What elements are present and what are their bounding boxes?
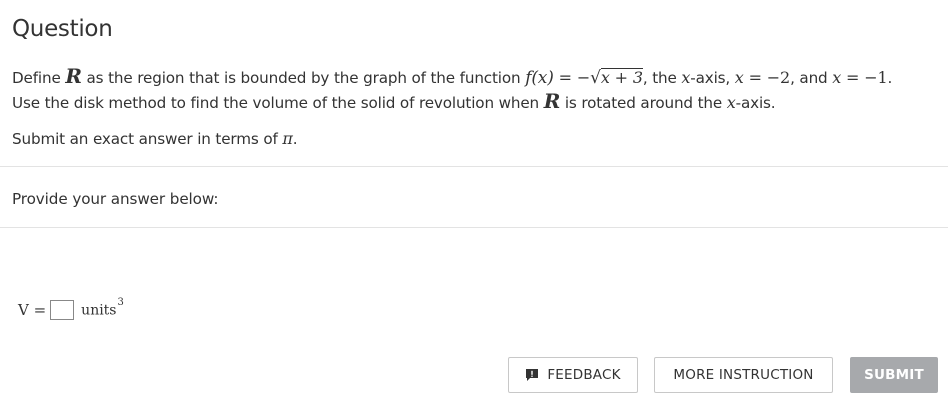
- answer-input[interactable]: [50, 300, 75, 320]
- text-segment: , and: [790, 69, 833, 87]
- question-text-line-3: Submit an exact answer in terms of π.: [12, 129, 298, 148]
- text-segment: Use the disk method to find the volume o…: [12, 94, 544, 112]
- math-variable: x: [681, 68, 691, 87]
- more-instruction-button[interactable]: MORE INSTRUCTION: [654, 357, 833, 393]
- math-variable: x: [726, 93, 736, 112]
- math-equals: = −: [553, 68, 591, 87]
- text-segment: is rotated around the: [560, 94, 727, 112]
- units-text: units: [81, 302, 117, 319]
- units-label: units3: [81, 297, 124, 319]
- math-pi: π: [282, 129, 293, 148]
- sqrt-icon: √: [590, 68, 601, 88]
- question-text-line-1: Define R as the region that is bounded b…: [12, 64, 892, 88]
- text-segment: Submit an exact answer in terms of: [12, 130, 283, 148]
- submit-button[interactable]: SUBMIT: [850, 357, 938, 393]
- submit-button-label: SUBMIT: [864, 367, 924, 383]
- math-variable: x: [734, 68, 744, 87]
- math-function: f(x): [525, 68, 554, 88]
- question-text-line-2: Use the disk method to find the volume o…: [12, 89, 776, 113]
- text-segment: -axis,: [690, 69, 735, 87]
- math-value: = −1: [841, 68, 888, 87]
- feedback-button-label: FEEDBACK: [547, 367, 621, 383]
- section-divider: [0, 227, 948, 228]
- math-value: = −2: [743, 68, 791, 87]
- section-divider: [0, 166, 948, 167]
- units-exponent: 3: [117, 297, 124, 309]
- text-segment: .: [292, 130, 298, 148]
- text-segment: as the region that is bounded by the gra…: [81, 69, 526, 87]
- text-segment: Define: [12, 69, 66, 87]
- answer-prompt: Provide your answer below:: [12, 190, 219, 208]
- text-segment: , the: [642, 69, 682, 87]
- feedback-icon: [526, 369, 539, 381]
- feedback-button[interactable]: FEEDBACK: [508, 357, 638, 393]
- math-variable: R: [543, 89, 561, 113]
- answer-variable-label: V =: [18, 301, 47, 319]
- math-radicand: x + 3: [600, 68, 643, 87]
- text-segment: -axis.: [735, 94, 776, 112]
- math-variable: R: [65, 64, 82, 88]
- question-title: Question: [12, 16, 113, 42]
- answer-row: V = units3: [18, 297, 124, 322]
- text-segment: .: [887, 69, 893, 87]
- more-instruction-button-label: MORE INSTRUCTION: [673, 367, 814, 383]
- math-variable: x: [832, 68, 842, 87]
